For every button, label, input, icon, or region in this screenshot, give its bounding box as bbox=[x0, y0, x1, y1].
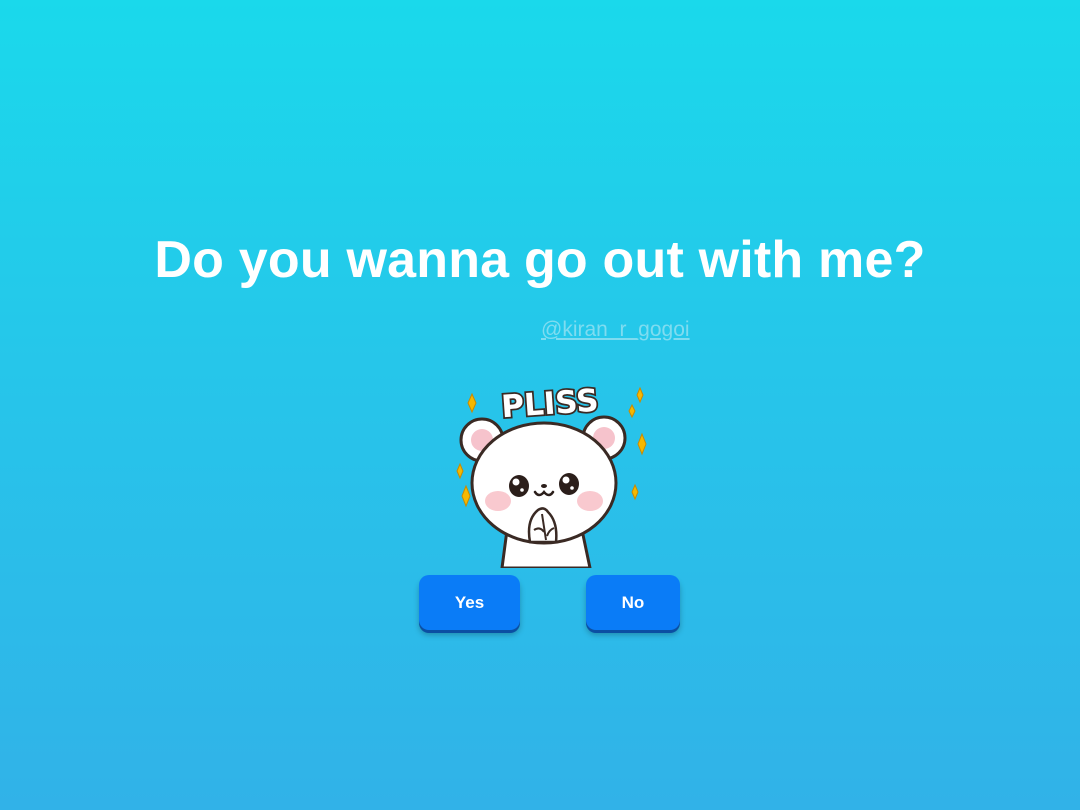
sparkle-icon bbox=[456, 462, 464, 480]
sparkle-icon bbox=[631, 483, 639, 501]
sparkle-icon bbox=[467, 392, 477, 414]
bear-icon: PLISS bbox=[456, 381, 647, 570]
sparkle-icon bbox=[461, 484, 471, 508]
question-heading: Do you wanna go out with me? bbox=[154, 231, 926, 289]
sparkle-icon bbox=[637, 432, 647, 456]
sparkle-icon bbox=[628, 403, 636, 419]
yes-button[interactable]: Yes bbox=[419, 575, 520, 630]
no-button[interactable]: No bbox=[586, 575, 680, 630]
pleading-bear-sticker: PLISS bbox=[452, 380, 657, 570]
svg-text:PLISS: PLISS bbox=[500, 383, 600, 426]
author-handle-link[interactable]: @kiran_r_gogoi bbox=[541, 318, 690, 342]
sparkle-icon bbox=[636, 386, 644, 404]
